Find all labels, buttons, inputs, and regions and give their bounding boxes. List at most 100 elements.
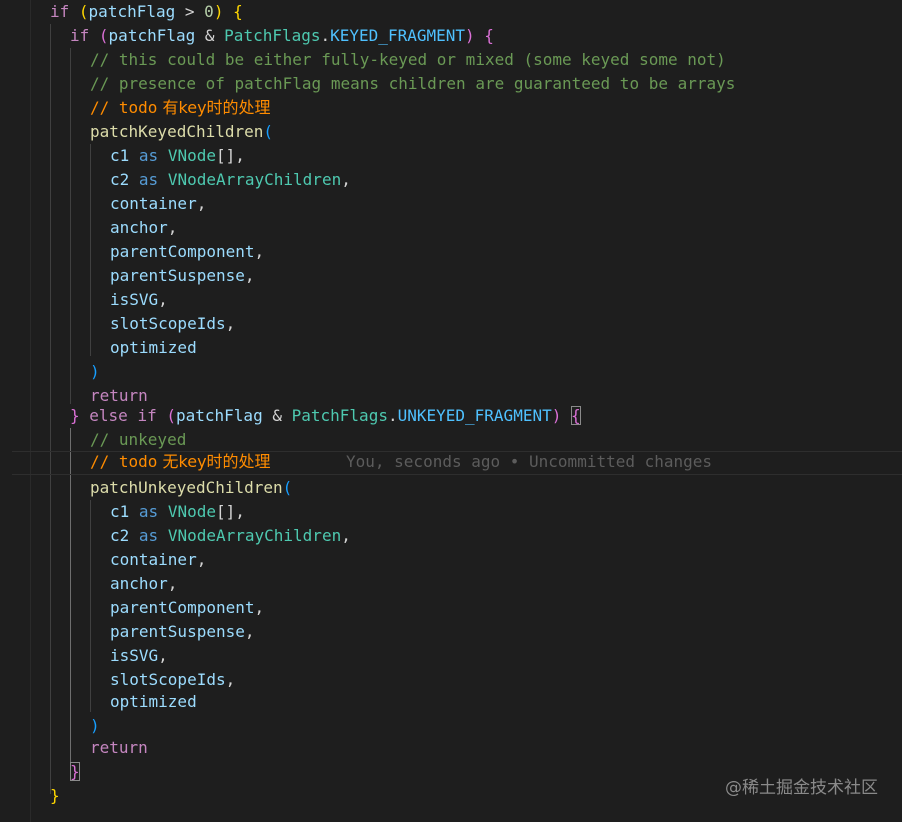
gutter-edge xyxy=(30,0,31,822)
indent-guide xyxy=(50,24,51,794)
type-name: VNode xyxy=(167,502,216,521)
operator: & xyxy=(204,26,215,45)
todo-text: 有key时的处理 xyxy=(157,98,271,117)
indent-guide xyxy=(70,48,71,404)
bracket: ( xyxy=(166,406,176,425)
code-line[interactable]: c1 as VNode[], xyxy=(110,144,245,168)
code-line[interactable]: } xyxy=(70,760,80,784)
bracket: ( xyxy=(263,122,274,141)
variable: patchFlag xyxy=(108,26,196,45)
bracket: ( xyxy=(78,2,89,21)
function-name: patchUnkeyedChildren xyxy=(90,478,283,497)
todo-keyword: todo xyxy=(118,452,158,471)
bracket: } xyxy=(70,406,80,425)
argument: anchor xyxy=(110,574,168,593)
code-line-todo[interactable]: // todo 无key时的处理 xyxy=(90,450,271,474)
argument: parentComponent xyxy=(110,598,255,617)
bracket-matched: { xyxy=(571,406,581,425)
code-line[interactable]: } xyxy=(50,784,60,808)
code-line-return[interactable]: return xyxy=(90,736,148,760)
indent-guide-active xyxy=(70,428,71,768)
code-line[interactable]: c2 as VNodeArrayChildren, xyxy=(110,168,351,192)
variable: c1 xyxy=(110,146,130,165)
indent-guide xyxy=(90,144,91,356)
bracket: ) xyxy=(465,26,475,45)
argument: container xyxy=(110,194,197,213)
keyword: as xyxy=(138,502,159,521)
keyword: if xyxy=(50,2,70,21)
type-name: VNode xyxy=(167,146,216,165)
code-line-todo[interactable]: // todo 有key时的处理 xyxy=(90,96,271,120)
type-name: VNodeArrayChildren xyxy=(167,170,342,189)
keyword: if xyxy=(70,26,90,45)
code-line[interactable]: ) xyxy=(90,360,100,384)
watermark: @稀土掘金技术社区 xyxy=(725,778,878,798)
code-line[interactable]: patchKeyedChildren( xyxy=(90,120,273,144)
argument: isSVG xyxy=(110,646,159,665)
argument: parentComponent xyxy=(110,242,255,261)
number: 0 xyxy=(204,2,214,21)
variable: patchFlag xyxy=(88,2,176,21)
code-line[interactable]: anchor, xyxy=(110,572,177,596)
code-line[interactable]: if (patchFlag & PatchFlags.KEYED_FRAGMEN… xyxy=(70,24,494,48)
keyword: as xyxy=(138,146,159,165)
argument: optimized xyxy=(110,692,197,711)
code-line[interactable]: optimized xyxy=(110,336,197,360)
code-line[interactable]: slotScopeIds, xyxy=(110,668,235,692)
function-name: patchKeyedChildren xyxy=(90,122,264,141)
code-line[interactable]: isSVG, xyxy=(110,288,168,312)
constant: UNKEYED_FRAGMENT xyxy=(397,406,552,425)
code-line[interactable]: container, xyxy=(110,548,206,572)
code-line-comment[interactable]: // this could be either fully-keyed or m… xyxy=(90,48,726,72)
array-brackets: [] xyxy=(215,502,236,521)
bracket: ( xyxy=(98,26,109,45)
bracket: ) xyxy=(213,2,224,21)
type-name: PatchFlags xyxy=(291,406,388,425)
code-line[interactable]: parentComponent, xyxy=(110,596,264,620)
argument: isSVG xyxy=(110,290,159,309)
variable: c1 xyxy=(110,502,130,521)
argument: container xyxy=(110,550,197,569)
bracket: { xyxy=(484,26,494,45)
keyword: if xyxy=(137,406,157,425)
bracket: ) xyxy=(551,406,562,425)
keyword: as xyxy=(138,526,159,545)
operator: & xyxy=(272,406,282,425)
code-line[interactable]: parentSuspense, xyxy=(110,620,255,644)
argument: optimized xyxy=(110,338,197,357)
code-line[interactable]: slotScopeIds, xyxy=(110,312,235,336)
variable: patchFlag xyxy=(176,406,263,425)
argument: parentSuspense xyxy=(110,622,245,641)
code-line[interactable]: parentSuspense, xyxy=(110,264,255,288)
bracket: { xyxy=(233,2,243,21)
code-line[interactable]: parentComponent, xyxy=(110,240,264,264)
bracket: ( xyxy=(282,478,293,497)
keyword: as xyxy=(138,170,159,189)
todo-keyword: todo xyxy=(118,98,158,117)
code-line[interactable]: c2 as VNodeArrayChildren, xyxy=(110,524,351,548)
argument: anchor xyxy=(110,218,168,237)
code-line[interactable]: container, xyxy=(110,192,206,216)
argument: slotScopeIds xyxy=(110,670,226,689)
variable: c2 xyxy=(110,170,130,189)
code-line[interactable]: ) xyxy=(90,714,100,738)
code-line[interactable]: isSVG, xyxy=(110,644,168,668)
code-line[interactable]: patchUnkeyedChildren( xyxy=(90,476,292,500)
indent-guide xyxy=(90,500,91,712)
code-editor[interactable]: if (patchFlag > 0) { if (patchFlag & Pat… xyxy=(0,0,902,822)
code-line-comment[interactable]: // presence of patchFlag means children … xyxy=(90,72,735,96)
comment-prefix: // xyxy=(90,98,119,117)
variable: c2 xyxy=(110,526,130,545)
code-line[interactable]: anchor, xyxy=(110,216,177,240)
code-line-comment[interactable]: // unkeyed xyxy=(90,428,186,452)
code-line[interactable]: } else if (patchFlag & PatchFlags.UNKEYE… xyxy=(70,404,581,428)
type-name: PatchFlags xyxy=(224,26,321,45)
constant: KEYED_FRAGMENT xyxy=(330,26,465,45)
type-name: VNodeArrayChildren xyxy=(167,526,342,545)
code-line[interactable]: optimized xyxy=(110,690,197,714)
bracket-matched: } xyxy=(70,762,80,781)
comment-prefix: // xyxy=(90,452,119,471)
operator: > xyxy=(184,2,195,21)
code-line[interactable]: if (patchFlag > 0) { xyxy=(50,0,243,24)
code-line[interactable]: c1 as VNode[], xyxy=(110,500,245,524)
